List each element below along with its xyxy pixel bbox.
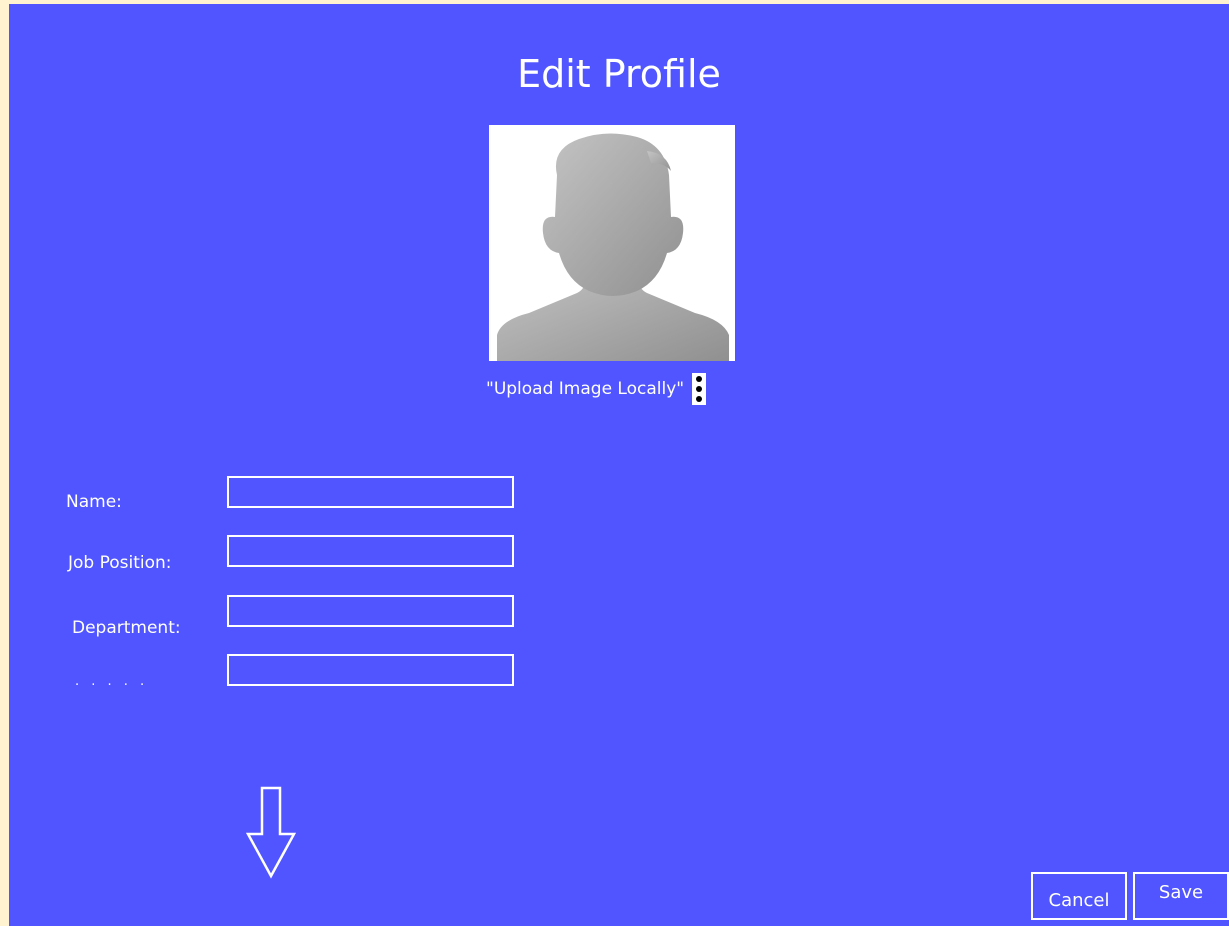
name-label: Name: [66, 492, 122, 512]
cancel-button[interactable]: Cancel [1031, 872, 1127, 920]
department-label: Department: [72, 618, 181, 638]
additional-field[interactable] [227, 654, 514, 686]
more-fields-label: . . . . . [75, 674, 149, 689]
name-field[interactable] [227, 476, 514, 508]
down-arrow-icon [245, 786, 297, 879]
page-title: Edit Profile [517, 52, 721, 96]
job-position-label: Job Position: [68, 553, 172, 573]
department-field[interactable] [227, 595, 514, 627]
kebab-menu-icon[interactable] [692, 373, 707, 405]
upload-image-row: "Upload Image Locally" [486, 372, 707, 406]
edit-profile-panel: Edit Profile "Upload Image Locally" Name… [9, 4, 1229, 926]
person-silhouette-icon [497, 133, 729, 361]
job-position-field[interactable] [227, 535, 514, 567]
save-button[interactable]: Save [1133, 872, 1229, 920]
upload-image-link[interactable]: "Upload Image Locally" [486, 379, 684, 399]
profile-avatar[interactable] [489, 125, 735, 361]
